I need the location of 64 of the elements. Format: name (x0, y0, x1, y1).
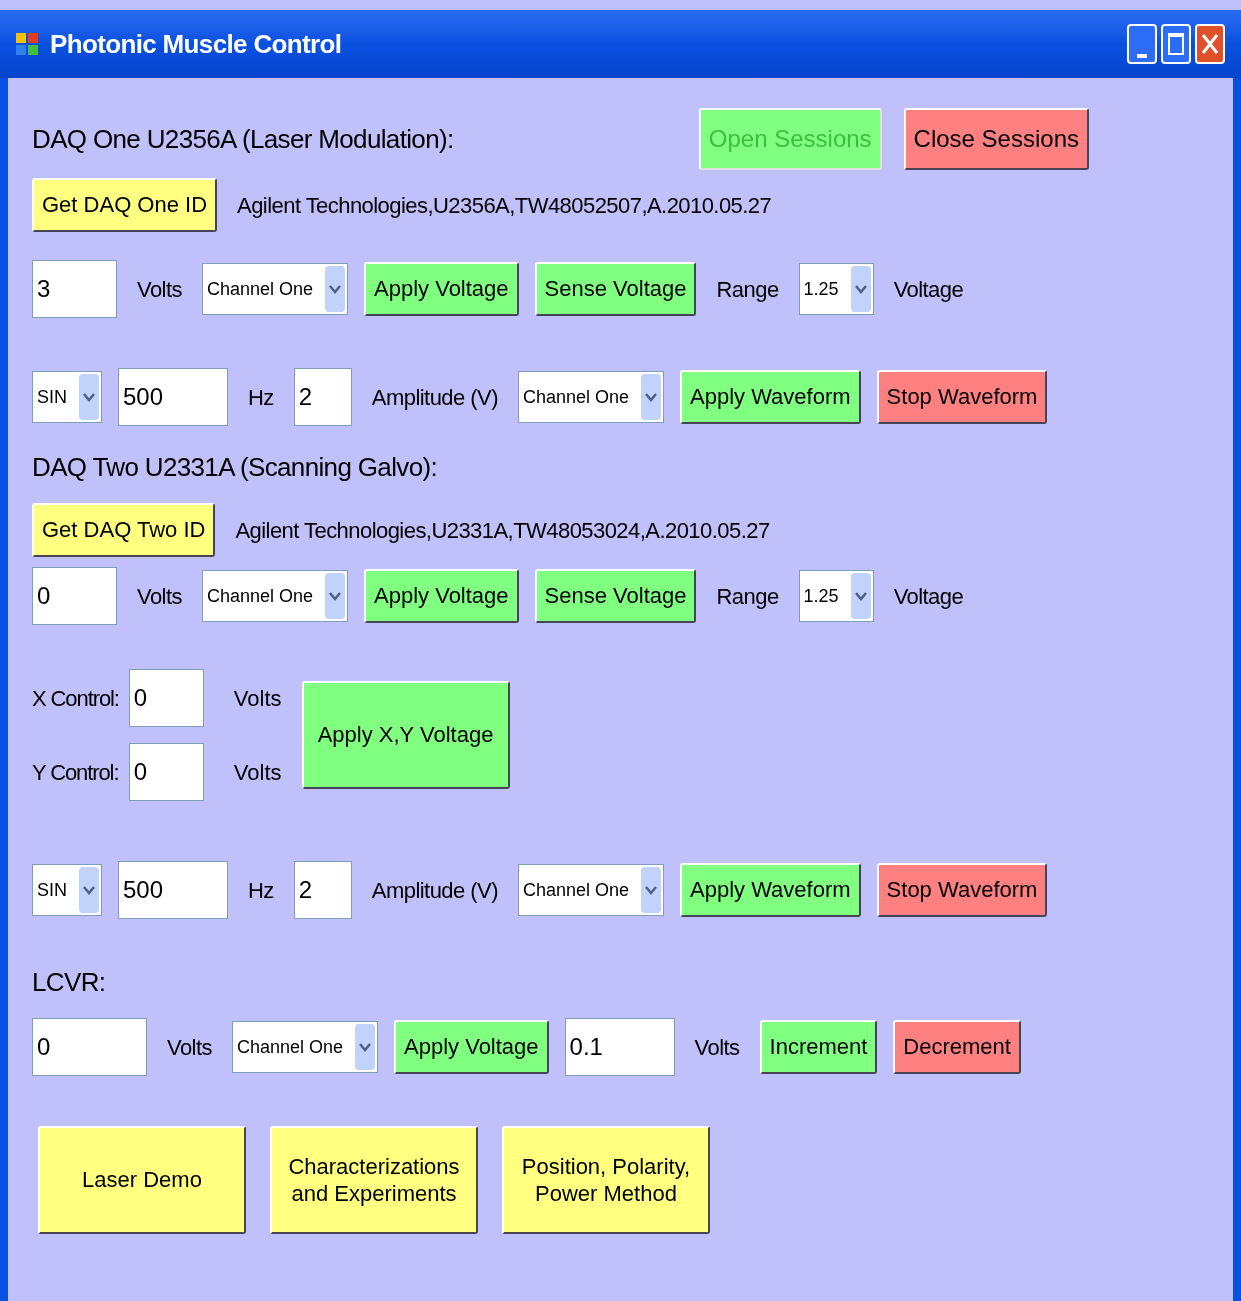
text-field[interactable]: 2 (293, 368, 352, 426)
label: Volts (167, 1033, 212, 1062)
window-title: Photonic Muscle Control (50, 27, 342, 61)
label: Range (716, 275, 779, 304)
text-field[interactable]: 3 (32, 260, 117, 318)
section-heading: DAQ One U2356A (Laser Modulation): (32, 122, 454, 156)
label: Amplitude (V) (371, 876, 498, 905)
label: Volts (694, 1033, 740, 1062)
label: Voltage (893, 275, 964, 304)
button[interactable]: Apply Waveform (680, 370, 861, 424)
label: Volts (233, 684, 282, 713)
label: Hz (248, 383, 274, 412)
section-heading: DAQ Two U2331A (Scanning Galvo): (32, 451, 438, 484)
dropdown[interactable]: Channel One (231, 1021, 379, 1073)
button[interactable]: Sense Voltage (534, 262, 697, 316)
button[interactable]: Characterizations and Experiments (270, 1126, 478, 1234)
app-icon (16, 33, 38, 55)
text-field[interactable]: 0 (128, 743, 204, 801)
button[interactable]: Apply Voltage (364, 262, 519, 316)
button[interactable]: Apply Waveform (680, 863, 861, 917)
button[interactable]: Stop Waveform (876, 863, 1048, 917)
label: Amplitude (V) (371, 383, 498, 412)
label: Volts (137, 582, 182, 611)
button[interactable]: Increment (759, 1020, 878, 1074)
label: Agilent Technologies,U2356A,TW48052507,A.2010.05.27 (237, 191, 772, 220)
close-icon (1201, 32, 1219, 56)
dropdown[interactable]: SIN (32, 371, 102, 423)
button[interactable]: Sense Voltage (534, 569, 697, 623)
dropdown[interactable]: Channel One (517, 371, 664, 423)
button[interactable]: Position, Polarity, Power Method (502, 1126, 710, 1234)
button[interactable]: Apply Voltage (394, 1020, 549, 1074)
button[interactable]: Laser Demo (38, 1126, 246, 1234)
button[interactable]: Get DAQ One ID (32, 178, 218, 232)
text-field[interactable]: 0.1 (564, 1018, 675, 1076)
label: Volts (233, 758, 282, 787)
text-field[interactable]: 0 (32, 1018, 147, 1076)
dropdown[interactable]: Channel One (201, 570, 349, 622)
text-field[interactable]: 500 (118, 861, 228, 919)
label: Hz (248, 876, 274, 905)
text-field[interactable]: 0 (32, 567, 117, 625)
dropdown[interactable]: Channel One (517, 864, 664, 916)
text-field[interactable]: 0 (128, 669, 204, 727)
text-field[interactable]: 500 (118, 368, 228, 426)
label: Y Control: (32, 758, 119, 787)
close-button[interactable] (1195, 24, 1225, 64)
section-heading: LCVR: (32, 966, 106, 999)
minimize-button[interactable] (1127, 24, 1157, 64)
button[interactable]: Stop Waveform (876, 370, 1048, 424)
button[interactable]: Close Sessions (903, 108, 1089, 170)
dropdown[interactable]: SIN (32, 864, 102, 916)
button[interactable]: Apply X,Y Voltage (301, 681, 510, 789)
button[interactable]: Get DAQ Two ID (32, 503, 216, 557)
button[interactable]: Apply Voltage (364, 569, 519, 623)
button[interactable]: Decrement (893, 1020, 1021, 1074)
label: Voltage (893, 582, 964, 611)
text-field[interactable]: 2 (293, 861, 352, 919)
dropdown[interactable]: Channel One (201, 263, 349, 315)
label: X Control: (32, 684, 119, 713)
label: Volts (137, 275, 182, 304)
label: Agilent Technologies,U2331A,TW48053024,A.2010.05.27 (235, 516, 770, 545)
dropdown[interactable]: 1.25 (798, 263, 874, 315)
dropdown[interactable]: 1.25 (798, 570, 874, 622)
maximize-button[interactable] (1161, 24, 1191, 64)
label: Range (716, 582, 779, 611)
